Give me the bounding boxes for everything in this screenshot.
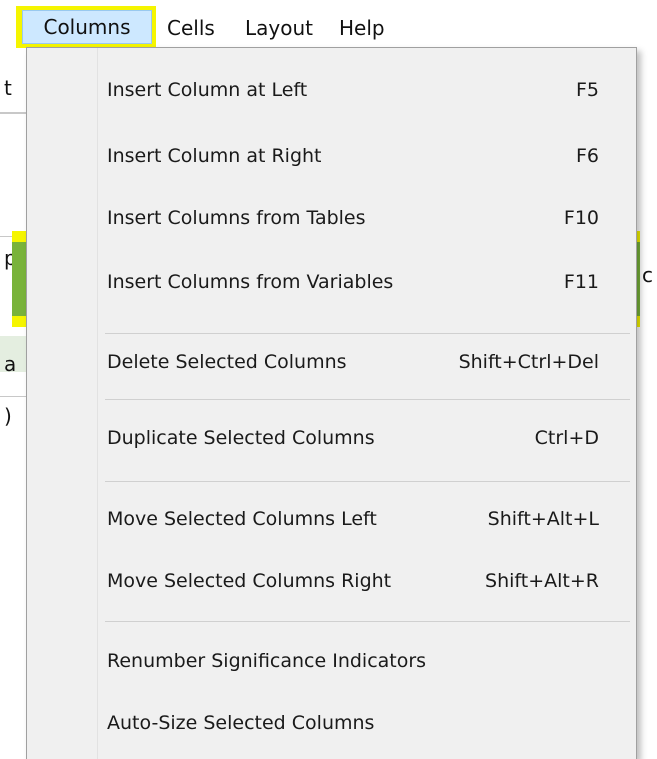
menu-item-insert-columns-from-tables[interactable]: Insert Columns from Tables F10 (97, 188, 636, 248)
menu-separator (105, 481, 630, 482)
menu-item-label: Move Selected Columns Left (107, 508, 377, 530)
menu-separator (105, 621, 630, 622)
background-divider (0, 112, 26, 114)
menu-icon-gutter (27, 48, 98, 759)
menu-item-shortcut: Ctrl+D (534, 427, 599, 449)
menu-bar: Columns Cells Layout Help (0, 0, 657, 48)
background-text-fragment: c (642, 263, 653, 287)
menu-item-shortcut: F10 (563, 207, 599, 229)
menu-item-move-selected-columns-left[interactable]: Move Selected Columns Left Shift+Alt+L (97, 489, 636, 549)
menu-item-label: Insert Columns from Variables (107, 271, 394, 293)
menu-item-shortcut: Shift+Alt+R (485, 570, 599, 592)
menu-item-shortcut: F6 (575, 145, 599, 167)
menu-item-renumber-significance-indicators[interactable]: Renumber Significance Indicators (97, 631, 636, 691)
menu-item-insert-column-left[interactable]: Insert Column at Left F5 (97, 60, 636, 120)
menu-item-label: Insert Column at Left (107, 79, 308, 101)
menu-item-duplicate-selected-columns[interactable]: Duplicate Selected Columns Ctrl+D (97, 408, 636, 468)
menu-item-label: Insert Columns from Tables (107, 207, 366, 229)
menu-item-label: Delete Selected Columns (107, 351, 347, 373)
menu-help[interactable]: Help (339, 12, 385, 44)
columns-dropdown-menu: Insert Column at Left F5 Insert Column a… (26, 47, 637, 759)
menu-item-shortcut: Shift+Alt+L (487, 508, 599, 530)
menu-item-delete-selected-columns[interactable]: Delete Selected Columns Shift+Ctrl+Del (97, 332, 636, 392)
menu-item-shortcut: Shift+Ctrl+Del (458, 351, 599, 373)
background-text-fragment: ) (4, 404, 12, 428)
menu-item-label: Move Selected Columns Right (107, 570, 392, 592)
menu-item-label: Insert Column at Right (107, 145, 322, 167)
menu-item-insert-columns-from-variables[interactable]: Insert Columns from Variables F11 (97, 252, 636, 312)
menu-separator (105, 399, 630, 400)
menu-columns-active-state: Columns (22, 10, 152, 44)
menu-columns-label: Columns (43, 15, 131, 39)
menu-item-label: Renumber Significance Indicators (107, 650, 427, 672)
background-text-fragment: a (4, 352, 17, 376)
menu-item-shortcut: F11 (563, 271, 599, 293)
background-divider (0, 396, 26, 397)
menu-cells[interactable]: Cells (167, 12, 215, 44)
background-text-fragment: t (4, 76, 12, 100)
menu-item-shortcut: F5 (575, 79, 599, 101)
menu-item-move-selected-columns-right[interactable]: Move Selected Columns Right Shift+Alt+R (97, 551, 636, 611)
menu-columns[interactable]: Columns (16, 6, 156, 48)
menu-item-label: Auto-Size Selected Columns (107, 712, 375, 734)
menu-item-auto-size-selected-columns[interactable]: Auto-Size Selected Columns (97, 693, 636, 753)
menu-layout[interactable]: Layout (245, 12, 313, 44)
menu-item-insert-column-right[interactable]: Insert Column at Right F6 (97, 126, 636, 186)
menu-item-label: Duplicate Selected Columns (107, 427, 375, 449)
